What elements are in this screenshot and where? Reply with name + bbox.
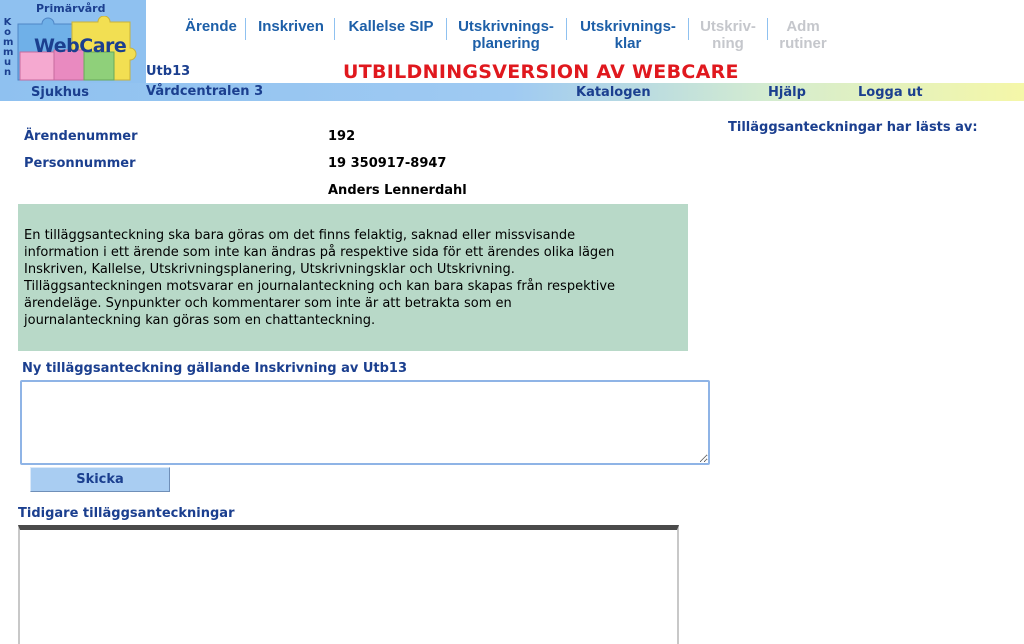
nav-utskrivningsklar-line2: klar [614,35,642,52]
nav-utskrivning-line1: Utskriv- [700,18,756,35]
webcare-logo: Primärvård Kommun WebCare [0,0,146,83]
nav-inskriven[interactable]: Inskriven [252,18,330,35]
nav-arende[interactable]: Ärende [181,18,241,35]
nav-adm-rutiner: Adm rutiner [772,18,834,52]
logout-link[interactable]: Logga ut [858,85,923,100]
nav-divider [245,18,246,40]
nav-divider [334,18,335,40]
nav-utskrivning: Utskriv- ning [694,18,762,52]
personal-number-label: Personnummer [24,156,136,171]
previous-notes-list[interactable] [18,525,679,644]
nav-adm-rutiner-line1: Adm [786,18,820,35]
nav-divider [767,18,768,40]
patient-name: Anders Lennerdahl [328,183,467,198]
logo-brand: WebCare [34,35,127,57]
nav-utskrivningsplanering-line1: Utskrivnings- [458,18,554,35]
nav-arende-label: Ärende [185,18,237,35]
nav-utskrivningsklar-line1: Utskrivnings- [580,18,676,35]
nav-utskrivningsplanering[interactable]: Utskrivnings- planering [451,18,561,52]
send-button[interactable]: Skicka [30,467,170,492]
logo-top-text: Primärvård [36,2,106,15]
personal-number-value: 19 350917-8947 [328,156,447,171]
new-note-label: Ny tilläggsanteckning gällande Inskrivni… [22,361,408,376]
sjukhus-link[interactable]: Sjukhus [31,85,89,100]
unit-code: Utb13 [146,64,191,79]
help-link[interactable]: Hjälp [768,85,806,100]
nav-adm-rutiner-line2: rutiner [779,35,827,52]
nav-divider [688,18,689,40]
nav-kallelse-sip-label: Kallelse SIP [348,18,434,35]
notice-text: En tilläggsanteckning ska bara göras om … [24,228,616,328]
previous-notes-label: Tidigare tilläggsanteckningar [18,506,235,521]
katalogen-link[interactable]: Katalogen [576,85,651,100]
nav-utskrivning-line2: ning [712,35,744,52]
nav-divider [566,18,567,40]
case-number-value: 192 [328,129,356,144]
nav-inskriven-label: Inskriven [258,18,324,35]
unit-name: Vårdcentralen 3 [146,84,264,99]
case-number-label: Ärendenummer [24,129,138,144]
note-textarea[interactable] [20,380,710,465]
nav-divider [446,18,447,40]
nav-utskrivningsplanering-line2: planering [472,35,540,52]
training-banner: UTBILDNINGSVERSION AV WEBCARE [343,61,739,83]
nav-utskrivningsklar[interactable]: Utskrivnings- klar [573,18,683,52]
nav-kallelse-sip[interactable]: Kallelse SIP [341,18,441,35]
read-by-heading: Tilläggsanteckningar har lästs av: [728,120,978,135]
info-notice: En tilläggsanteckning ska bara göras om … [18,204,688,351]
logo-side-text: Kommun [3,17,14,78]
